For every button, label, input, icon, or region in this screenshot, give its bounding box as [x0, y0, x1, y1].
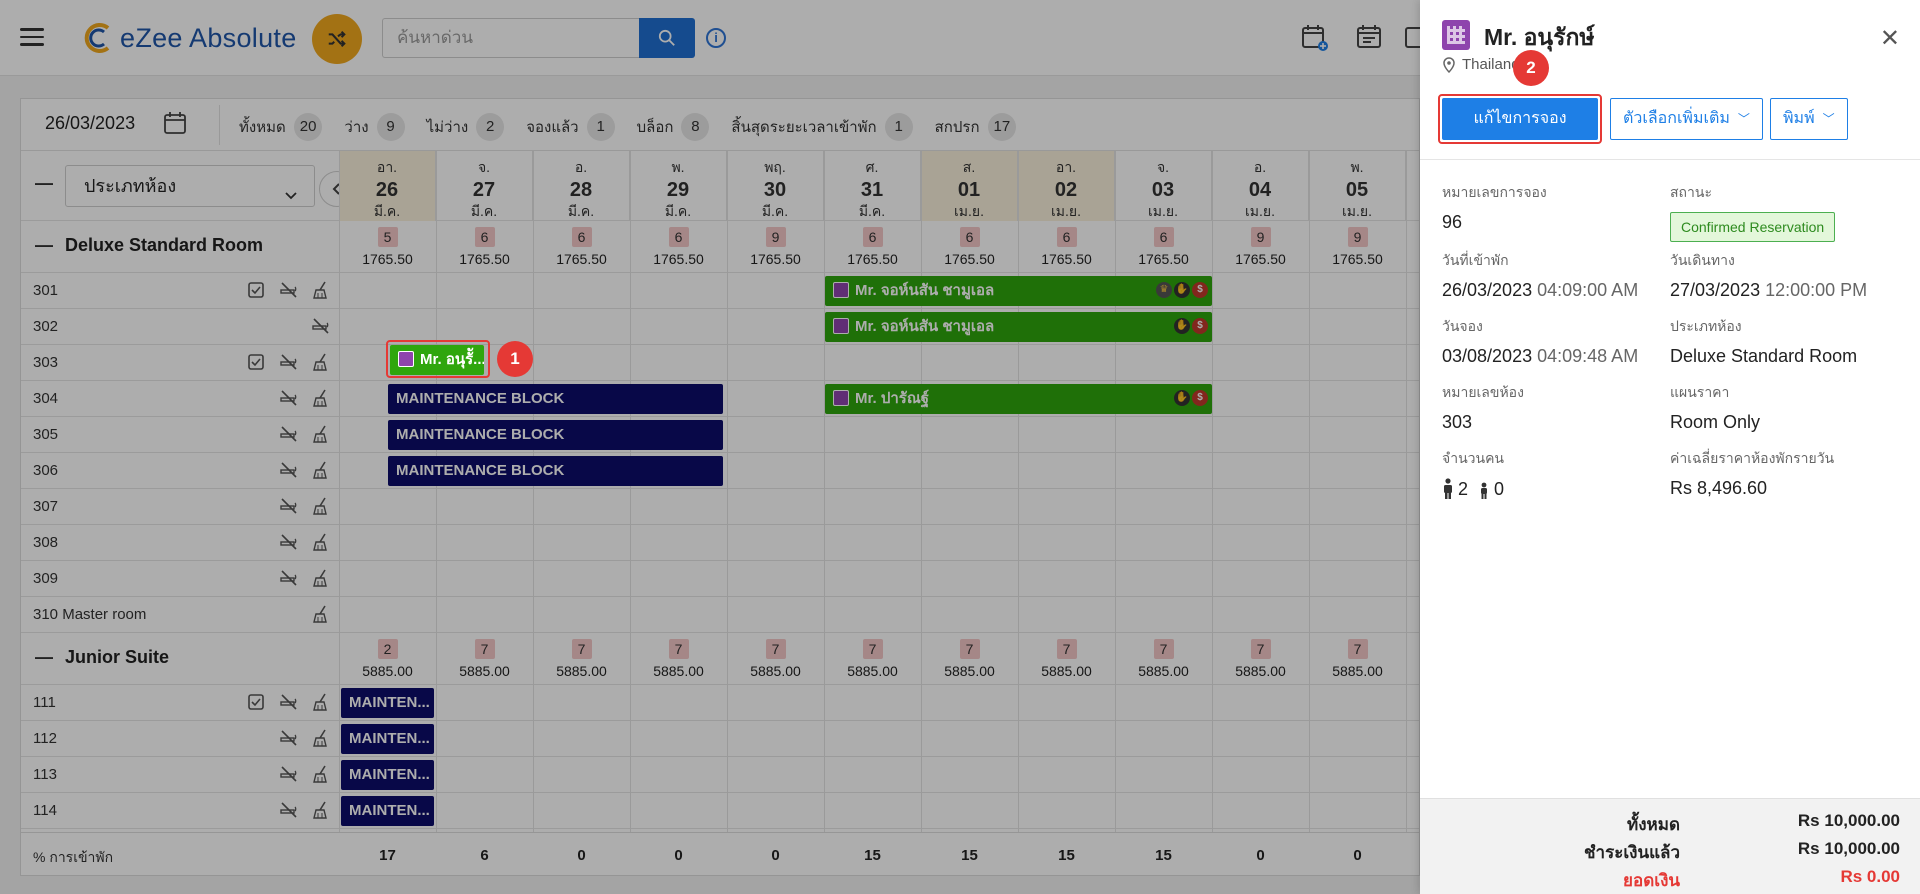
- checkin-date: วันที่เข้าพัก 26/03/2023 04:09:00 AM: [1442, 252, 1639, 300]
- guest-icon: [1442, 20, 1470, 50]
- chevron-down-icon: ﹀: [1822, 112, 1835, 126]
- booking-bar-highlighted[interactable]: Mr. อนุรัั...: [390, 345, 484, 375]
- step1-badge: 1: [497, 341, 533, 377]
- modal-backdrop[interactable]: [0, 0, 1420, 894]
- print-button[interactable]: พิมพ์ ﹀: [1770, 98, 1848, 140]
- guest-icon: [398, 351, 414, 367]
- guest-location: Thailand: [1442, 56, 1520, 73]
- reservation-status: สถานะ Confirmed Reservation: [1670, 182, 1836, 242]
- guest-name: Mr. อนุรักษ์: [1484, 24, 1595, 50]
- child-icon: [1481, 482, 1488, 499]
- booked-date: วันจอง 03/08/2023 04:09:48 AM: [1442, 318, 1639, 366]
- reservation-drawer: Mr. อนุรักษ์ ✕ Thailand 2 แก้ไขการจอง ตั…: [1420, 0, 1920, 894]
- more-options-button[interactable]: ตัวเลือกเพิ่มเติม ﹀: [1610, 98, 1763, 140]
- adult-icon: [1444, 478, 1452, 499]
- room-type: ประเภทห้อง Deluxe Standard Room: [1670, 318, 1858, 366]
- average-daily-rate: ค่าเฉลี่ยราคาห้องพักรายวัน Rs 8,496.60: [1670, 450, 1835, 498]
- room-number: หมายเลขห้อง 303: [1442, 384, 1524, 432]
- reservation-number: หมายเลขการจอง 96: [1442, 184, 1547, 232]
- chevron-down-icon: ﹀: [1737, 112, 1750, 126]
- pax: จำนวนคน 2 0: [1442, 450, 1505, 499]
- edit-reservation-button[interactable]: แก้ไขการจอง: [1442, 98, 1598, 140]
- drawer-header: Mr. อนุรักษ์ ✕ Thailand 2 แก้ไขการจอง ตั…: [1420, 0, 1920, 160]
- rate-plan: แผนราคา Room Only: [1670, 384, 1761, 432]
- payment-summary: ทั้งหมด Rs 10,000.00 ชำระเงินแล้ว Rs 10,…: [1420, 798, 1920, 894]
- location-pin-icon: [1443, 56, 1455, 73]
- close-icon[interactable]: ✕: [1880, 24, 1900, 53]
- status-badge: Confirmed Reservation: [1670, 212, 1836, 242]
- checkout-date: วันเดินทาง 27/03/2023 12:00:00 PM: [1670, 252, 1868, 300]
- step2-badge: 2: [1513, 50, 1549, 86]
